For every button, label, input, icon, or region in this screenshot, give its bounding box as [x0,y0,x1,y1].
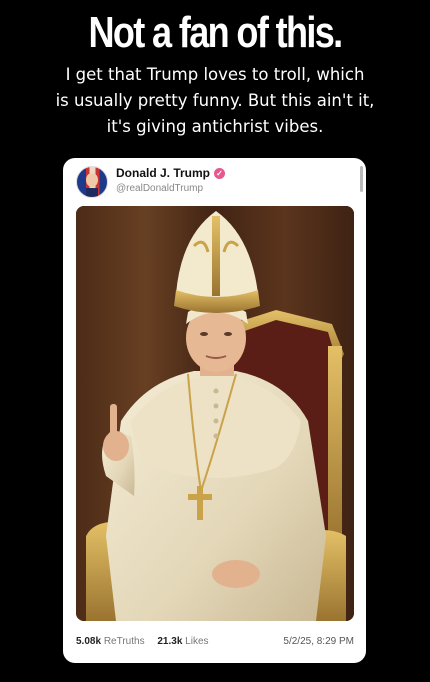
likes-label: Likes [185,636,209,647]
avatar-portrait-icon [86,173,98,197]
post-image-illustration [76,206,354,621]
headline: Not a fan of this. [88,8,343,57]
verified-badge-icon: ✓ [214,168,226,179]
subtitle-line-1: I get that Trump loves to troll, which [65,65,365,84]
subtitle-line-3: it's giving antichrist vibes. [106,117,324,136]
post-footer: 5.08k ReTruths 21.3k Likes 5/2/25, 8:29 … [76,636,354,656]
post-timestamp[interactable]: 5/2/25, 8:29 PM [283,636,354,647]
likes-stat[interactable]: 21.3k Likes [157,636,208,647]
author-handle[interactable]: @realDonaldTrump [116,183,203,194]
subtitle-line-2: is usually pretty funny. But this ain't … [55,91,375,110]
avatar[interactable] [76,166,108,198]
post-stats: 5.08k ReTruths 21.3k Likes [76,636,219,647]
retruths-stat[interactable]: 5.08k ReTruths [76,636,145,647]
post-header: Donald J. Trump ✓ @realDonaldTrump [63,158,366,204]
likes-count: 21.3k [157,636,183,647]
subtitle: I get that Trump loves to troll, which i… [20,62,410,140]
author-name[interactable]: Donald J. Trump ✓ [116,166,226,180]
author-name-text: Donald J. Trump [116,166,211,180]
scrollbar[interactable] [360,166,363,192]
retruths-label: ReTruths [103,636,145,647]
retruths-count: 5.08k [76,636,102,647]
post-image[interactable] [76,206,354,621]
post-card[interactable]: Donald J. Trump ✓ @realDonaldTrump 5.08k… [63,158,366,663]
